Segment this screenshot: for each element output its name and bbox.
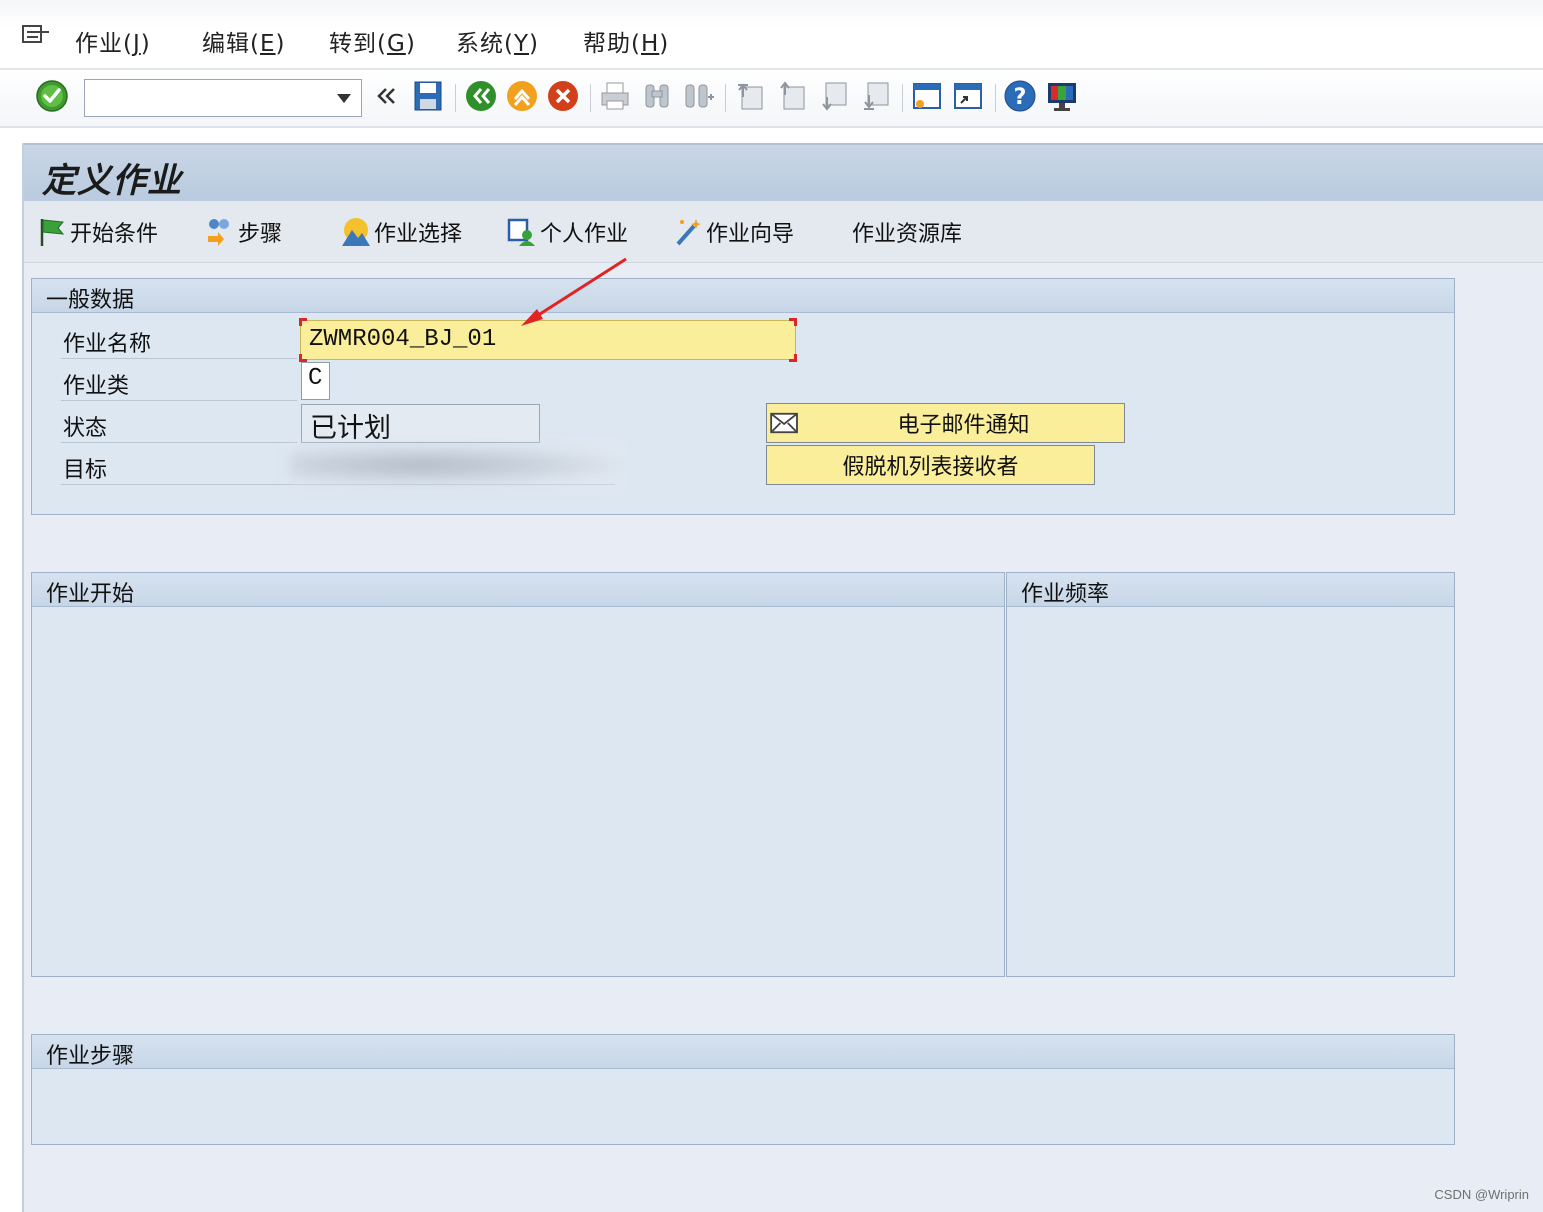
general-data-group: 一般数据 [31,278,1455,515]
print-icon[interactable] [598,79,632,113]
email-notification-button[interactable]: 电子邮件通知 [766,403,1125,443]
standard-toolbar: ? [0,70,1543,128]
save-icon[interactable] [411,79,445,113]
job-repository-label: 作业资源库 [852,222,963,247]
job-frequency-group: 作业频率 [1006,572,1455,977]
job-selection-label: 作业选择 [374,222,463,247]
target-server-redacted [290,445,620,485]
step-icon [208,219,229,246]
application-toolbar: 开始条件 步骤 作业选择 个人作业 作业向导 作业资源库 [24,201,1543,263]
command-input[interactable] [85,80,325,116]
system-menu-icon[interactable] [22,24,52,48]
svg-text:?: ? [1014,85,1027,110]
page-title: 定义作业 [42,161,182,201]
status-display: 已计划 [301,404,540,444]
spool-list-recipient-button[interactable]: 假脱机列表接收者 [766,445,1095,485]
email-notification-label: 电子邮件通知 [897,413,1030,438]
general-data-title: 一般数据 [46,288,135,313]
menu-system-key: Y [513,31,530,57]
job-start-group: 作业开始 [31,572,1005,977]
find-next-icon[interactable] [682,79,716,113]
menu-job[interactable]: 作业(J) [75,24,151,58]
job-start-title: 作业开始 [46,582,135,607]
annotation-arrow [521,257,627,326]
command-field[interactable] [84,79,362,117]
menu-help-key: H [640,31,660,57]
last-page-icon[interactable] [859,79,893,113]
menu-goto-key: G [386,31,406,57]
envelope-icon [770,412,798,434]
job-frequency-title: 作业频率 [1021,582,1110,607]
job-name-label: 作业名称 [63,332,152,357]
menu-edit[interactable]: 编辑(E) [202,24,286,58]
previous-page-icon[interactable] [775,79,809,113]
menu-goto-label: 转到( [329,31,387,57]
menu-help-end: ) [659,31,670,57]
step-button[interactable]: 步骤 [204,215,282,249]
menu-edit-label: 编辑( [202,31,260,57]
status-label: 状态 [63,416,108,441]
first-page-icon[interactable] [733,79,767,113]
menu-job-end: ) [140,31,151,57]
own-jobs-icon [507,218,535,246]
watermark-text: CSDN @Wriprin [1434,1187,1529,1202]
job-steps-title: 作业步骤 [46,1044,135,1069]
job-class-input[interactable]: C [301,362,330,400]
job-wizard-button[interactable]: 作业向导 [672,215,794,249]
menu-job-key: J [132,31,141,57]
menu-help-label: 帮助( [583,31,641,57]
job-steps-group: 作业步骤 [31,1034,1455,1145]
job-steps-header: 作业步骤 [32,1035,1454,1069]
own-jobs-button[interactable]: 个人作业 [506,215,628,249]
start-condition-label: 开始条件 [70,222,159,247]
job-class-label: 作业类 [63,374,130,399]
step-label: 步骤 [238,222,283,247]
customize-layout-icon[interactable] [1045,79,1079,113]
job-start-header: 作业开始 [32,573,1004,607]
flag-icon [40,219,65,246]
menu-goto-end: ) [405,31,416,57]
create-session-icon[interactable] [910,79,944,113]
menu-system-end: ) [529,31,540,57]
job-selection-button[interactable]: 作业选择 [340,215,462,249]
job-frequency-header: 作业频率 [1007,573,1454,607]
enter-icon[interactable] [35,79,69,113]
next-page-icon[interactable] [817,79,851,113]
spool-list-recipient-label: 假脱机列表接收者 [842,455,1019,480]
create-shortcut-icon[interactable] [951,79,985,113]
menu-goto[interactable]: 转到(G) [329,24,416,58]
menu-edit-key: E [259,31,276,57]
menu-system-label: 系统( [456,31,514,57]
exit-icon[interactable] [505,79,539,113]
menu-bar: 作业(J) 编辑(E) 转到(G) 系统(Y) 帮助(H) [0,0,1543,70]
back-green-icon[interactable] [464,79,498,113]
target-label: 目标 [63,458,108,483]
job-repository-button[interactable]: 作业资源库 [852,215,962,249]
back-icon[interactable] [370,79,404,113]
job-wizard-label: 作业向导 [706,222,795,247]
job-selection-icon [342,218,370,246]
find-icon[interactable] [640,79,674,113]
menu-help[interactable]: 帮助(H) [583,24,669,58]
start-condition-button[interactable]: 开始条件 [36,215,158,249]
wizard-wand-icon [676,219,701,246]
menu-system[interactable]: 系统(Y) [456,24,539,58]
own-jobs-label: 个人作业 [540,222,629,247]
general-data-header: 一般数据 [32,279,1454,313]
chevron-down-icon[interactable] [337,94,351,103]
cancel-icon[interactable] [546,79,580,113]
help-icon[interactable]: ? [1003,79,1037,113]
menu-job-label: 作业( [75,31,133,57]
menu-edit-end: ) [275,31,286,57]
title-bar: 定义作业 [24,143,1543,201]
